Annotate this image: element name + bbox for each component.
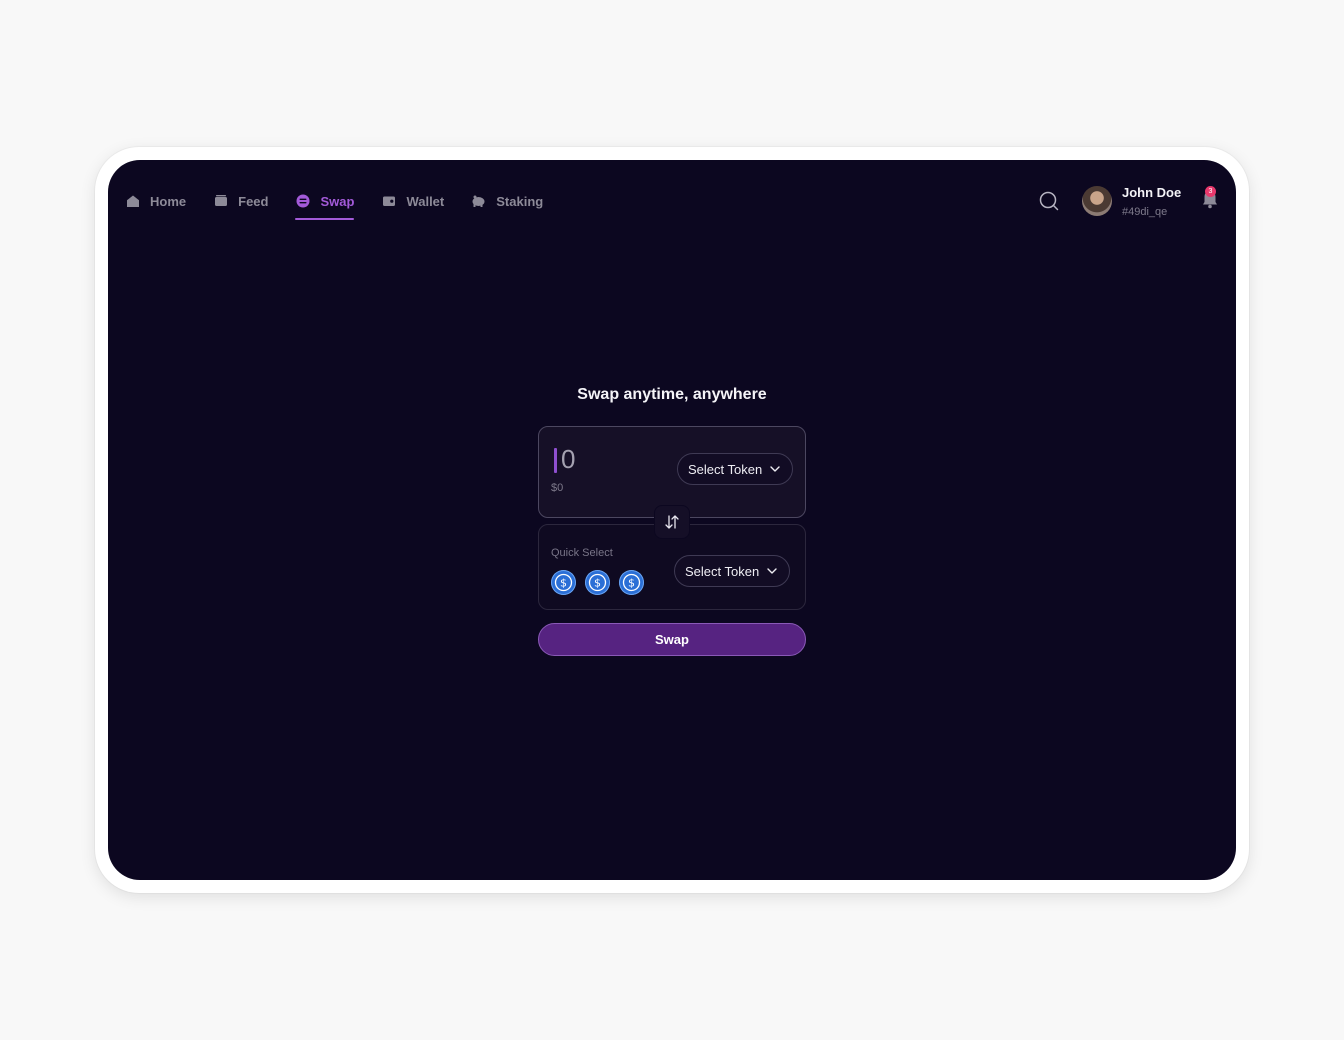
nav-staking-label: Staking (496, 193, 544, 209)
user-handle: #49di_qe (1122, 206, 1168, 218)
nav-wallet[interactable]: Wallet (381, 186, 444, 216)
user-name: John Doe (1122, 185, 1182, 200)
usdc-icon[interactable]: $ (585, 570, 610, 595)
input-caret (554, 448, 557, 473)
wallet-icon (381, 194, 396, 209)
from-select-token-button[interactable]: Select Token (677, 453, 794, 485)
to-select-token-label: Select Token (685, 563, 760, 579)
svg-text:$: $ (628, 577, 635, 590)
amount-usd-value: $0 (551, 482, 564, 494)
nav-swap-label: Swap (320, 193, 355, 209)
usdc-icon[interactable]: $ (619, 570, 644, 595)
avatar[interactable] (1082, 186, 1112, 216)
swap-icon (295, 194, 310, 209)
nav-staking[interactable]: Staking (471, 186, 543, 216)
nav-home[interactable]: Home (125, 186, 186, 216)
nav-feed-label: Feed (238, 193, 269, 209)
amount-input[interactable] (561, 443, 661, 475)
piggy-bank-icon (471, 194, 486, 209)
feed-icon (213, 194, 228, 209)
app-screen: Home Feed Swap Wallet Staking John Doe #… (108, 160, 1236, 880)
chevron-down-icon (767, 568, 777, 574)
usdc-icon[interactable]: $ (551, 570, 576, 595)
nav-feed[interactable]: Feed (213, 186, 268, 216)
nav-swap[interactable]: Swap (295, 186, 355, 220)
svg-text:$: $ (594, 577, 601, 590)
from-select-token-label: Select Token (688, 461, 763, 477)
nav-wallet-label: Wallet (406, 193, 445, 209)
search-button[interactable] (1038, 190, 1060, 212)
swap-button[interactable]: Swap (538, 623, 806, 656)
home-icon (125, 194, 140, 209)
search-icon (1039, 191, 1059, 211)
svg-text:$: $ (560, 577, 567, 590)
to-select-token-button[interactable]: Select Token (674, 555, 791, 587)
top-nav: Home Feed Swap Wallet Staking (125, 186, 570, 220)
quick-select-label: Quick Select (551, 547, 613, 559)
switch-direction-button[interactable] (654, 505, 690, 539)
quick-select-tokens: $ $ $ (551, 570, 644, 595)
page-title: Swap anytime, anywhere (577, 386, 767, 403)
nav-home-label: Home (150, 193, 187, 209)
chevron-down-icon (770, 466, 780, 472)
notification-badge: 3 (1205, 186, 1216, 197)
arrows-up-down-icon (665, 515, 679, 529)
